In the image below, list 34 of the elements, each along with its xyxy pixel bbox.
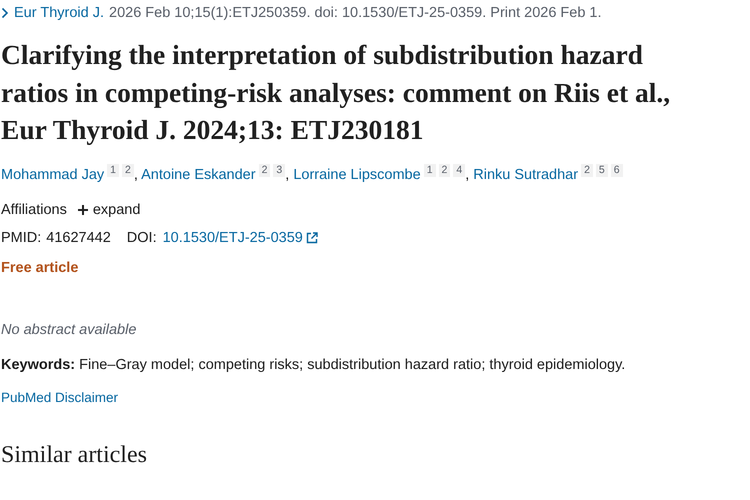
article-title: Clarifying the interpretation of subdistribution hazard ratios in competing-risk analyses: comment on Riis et al., Eur Thyroid J. 2024;13: ETJ230181 xyxy=(1,38,672,147)
author-link[interactable]: Antoine Eskander xyxy=(141,166,256,182)
pmid-label: PMID: xyxy=(1,230,42,246)
author-link[interactable]: Rinku Sutradhar xyxy=(473,166,578,182)
chevron-icon[interactable] xyxy=(1,7,9,19)
free-article-label: Free article xyxy=(1,258,80,278)
affiliation-number[interactable]: 2 xyxy=(258,164,270,176)
author-separator: , xyxy=(465,166,470,182)
author-link[interactable]: Mohammad Jay xyxy=(1,166,104,182)
doi-link[interactable]: 10.1530/ETJ-25-0359 xyxy=(162,230,303,246)
abstract-note: No abstract available xyxy=(1,320,138,340)
affiliation-number[interactable]: 3 xyxy=(273,164,286,176)
author-separator: , xyxy=(285,166,290,182)
affiliations-label: Affiliations xyxy=(1,202,67,218)
expand-button[interactable]: expand xyxy=(76,202,140,218)
pmid-value: 41627442 xyxy=(46,230,111,246)
affiliation-number[interactable]: 5 xyxy=(596,164,608,176)
plus-icon xyxy=(76,204,89,216)
affiliation-number[interactable]: 1 xyxy=(107,164,119,176)
affiliation-number[interactable]: 4 xyxy=(453,164,466,176)
author-separator: , xyxy=(134,166,138,182)
journal-link[interactable]: Eur Thyroid J. xyxy=(14,5,104,21)
affiliation-number[interactable]: 2 xyxy=(122,164,134,176)
disclaimer-link[interactable]: PubMed Disclaimer xyxy=(1,390,118,404)
author-link[interactable]: Lorraine Lipscombe xyxy=(293,166,421,182)
affiliation-number[interactable]: 6 xyxy=(610,164,623,176)
section-heading: Similar articles xyxy=(1,442,148,468)
affiliation-number[interactable]: 2 xyxy=(581,164,593,176)
keywords-text: Keywords: Fine–Gray model; competing risks; subdistribution hazard ratio; thyroid epidemiology. xyxy=(1,356,626,374)
external-link-icon[interactable] xyxy=(306,232,318,244)
affiliation-number[interactable]: 1 xyxy=(424,164,436,176)
citation-details: 2026 Feb 10;15(1):ETJ250359. doi: 10.1530/ETJ-25-0359. Print 2026 Feb 1. xyxy=(109,5,602,21)
doi-label: DOI: xyxy=(126,230,157,246)
affiliation-number[interactable]: 2 xyxy=(438,164,450,176)
